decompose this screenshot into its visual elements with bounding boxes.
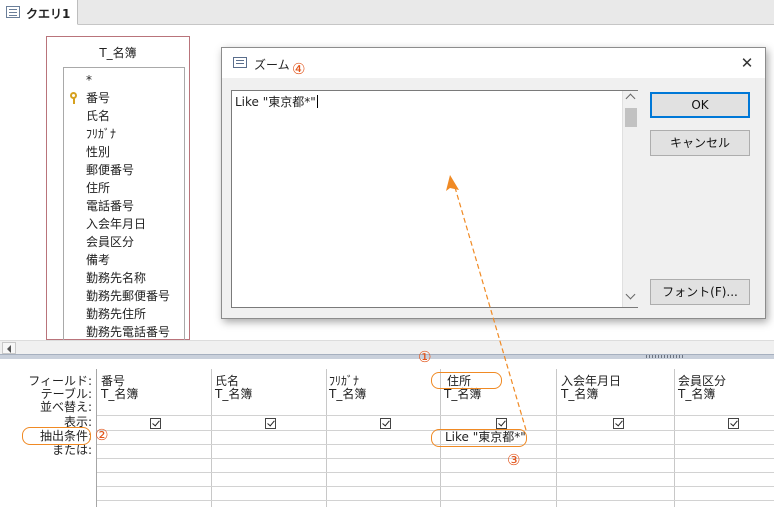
field-item-bangou-label: 番号 xyxy=(86,91,111,105)
row-divider xyxy=(97,472,774,473)
show-checkbox-2[interactable] xyxy=(265,418,276,429)
field-item-kaiin-kubun[interactable]: 会員区分 xyxy=(86,233,134,251)
row-divider xyxy=(97,415,774,416)
field-item-all[interactable]: * xyxy=(86,71,92,89)
zoom-dialog-title: ズーム xyxy=(254,58,290,72)
upper-pane-horizontal-scrollbar[interactable] xyxy=(0,340,774,354)
grid-cell-table-1[interactable]: T_名簿 xyxy=(101,388,138,401)
zoom-text-area[interactable]: Like "東京都*" xyxy=(231,90,638,308)
field-item-kinmusaki-yubin[interactable]: 勤務先郵便番号 xyxy=(86,287,170,305)
query-icon xyxy=(6,6,20,18)
annotation-marker-3: ③ xyxy=(507,451,521,469)
annotation-ring-field xyxy=(431,372,502,389)
grid-cell-table-5[interactable]: T_名簿 xyxy=(561,388,598,401)
scroll-up-arrow-icon[interactable] xyxy=(625,93,636,104)
show-checkbox-5[interactable] xyxy=(613,418,624,429)
annotation-ring-criteria-label xyxy=(22,427,91,445)
field-item-shimei[interactable]: 氏名 xyxy=(86,107,110,125)
cancel-button[interactable]: キャンセル xyxy=(650,130,750,156)
zoom-dialog: ズーム ✕ Like "東京都*" OK キャンセル フォント(F)... xyxy=(221,47,766,319)
scroll-left-arrow-icon[interactable] xyxy=(2,342,16,354)
field-item-jusho[interactable]: 住所 xyxy=(86,179,110,197)
show-checkbox-3[interactable] xyxy=(380,418,391,429)
scroll-down-arrow-icon[interactable] xyxy=(625,289,636,300)
grid-cell-table-4[interactable]: T_名簿 xyxy=(444,388,481,401)
show-checkbox-6[interactable] xyxy=(728,418,739,429)
tab-query1-label: クエリ1 xyxy=(26,7,71,21)
field-item-yubin[interactable]: 郵便番号 xyxy=(86,161,134,179)
zoom-window-icon xyxy=(233,57,247,68)
field-item-kinmusaki-denwa[interactable]: 勤務先電話番号 xyxy=(86,323,170,341)
field-item-biko[interactable]: 備考 xyxy=(86,251,110,269)
show-checkbox-1[interactable] xyxy=(150,418,161,429)
row-label-or: または: xyxy=(51,443,92,457)
field-item-bangou[interactable]: 番号 xyxy=(70,89,111,107)
annotation-marker-2: ② xyxy=(95,426,109,444)
font-button[interactable]: フォント(F)... xyxy=(650,279,750,305)
grid-cell-table-2[interactable]: T_名簿 xyxy=(215,388,252,401)
field-item-kinmusaki-jusho[interactable]: 勤務先住所 xyxy=(86,305,146,323)
annotation-marker-4: ④ xyxy=(292,60,306,78)
scroll-thumb[interactable] xyxy=(625,108,637,127)
grid-cell-table-3[interactable]: T_名簿 xyxy=(329,388,366,401)
zoom-vertical-scrollbar[interactable] xyxy=(622,91,638,307)
row-divider xyxy=(97,486,774,487)
document-tab-bar: クエリ1 xyxy=(0,0,774,25)
field-list-t-meibo[interactable]: T_名簿 * 番号 氏名 ﾌﾘｶﾞﾅ 性別 郵便番号 住所 電話番号 入会年月日… xyxy=(46,36,190,341)
field-list-items: * 番号 氏名 ﾌﾘｶﾞﾅ 性別 郵便番号 住所 電話番号 入会年月日 会員区分… xyxy=(63,67,185,341)
field-list-title: T_名簿 xyxy=(99,46,137,60)
annotation-marker-1: ① xyxy=(418,348,432,366)
field-item-kinmusaki[interactable]: 勤務先名称 xyxy=(86,269,146,287)
text-caret xyxy=(316,95,318,108)
splitter-grip-icon[interactable] xyxy=(646,355,684,358)
show-checkbox-4[interactable] xyxy=(496,418,507,429)
primary-key-icon xyxy=(70,92,81,104)
row-divider xyxy=(97,500,774,501)
field-item-seibetsu[interactable]: 性別 xyxy=(86,143,110,161)
zoom-text-content: Like "東京都*" xyxy=(235,93,318,110)
query-design-grid: フィールド: テーブル: 並べ替え: 表示: 抽出条件: または: 番号 T_名… xyxy=(0,359,774,507)
grid-cell-table-6[interactable]: T_名簿 xyxy=(678,388,715,401)
tab-query1[interactable]: クエリ1 xyxy=(0,0,78,25)
row-divider xyxy=(97,458,774,459)
field-item-denwa[interactable]: 電話番号 xyxy=(86,197,134,215)
ok-button[interactable]: OK xyxy=(650,92,750,118)
annotation-ring-criteria-cell xyxy=(431,429,527,447)
field-item-nyukai[interactable]: 入会年月日 xyxy=(86,215,146,233)
row-label-sort: 並べ替え: xyxy=(39,400,92,414)
zoom-expression: Like "東京都*" xyxy=(235,95,316,109)
close-icon[interactable]: ✕ xyxy=(735,51,759,75)
field-item-furigana[interactable]: ﾌﾘｶﾞﾅ xyxy=(86,125,116,143)
